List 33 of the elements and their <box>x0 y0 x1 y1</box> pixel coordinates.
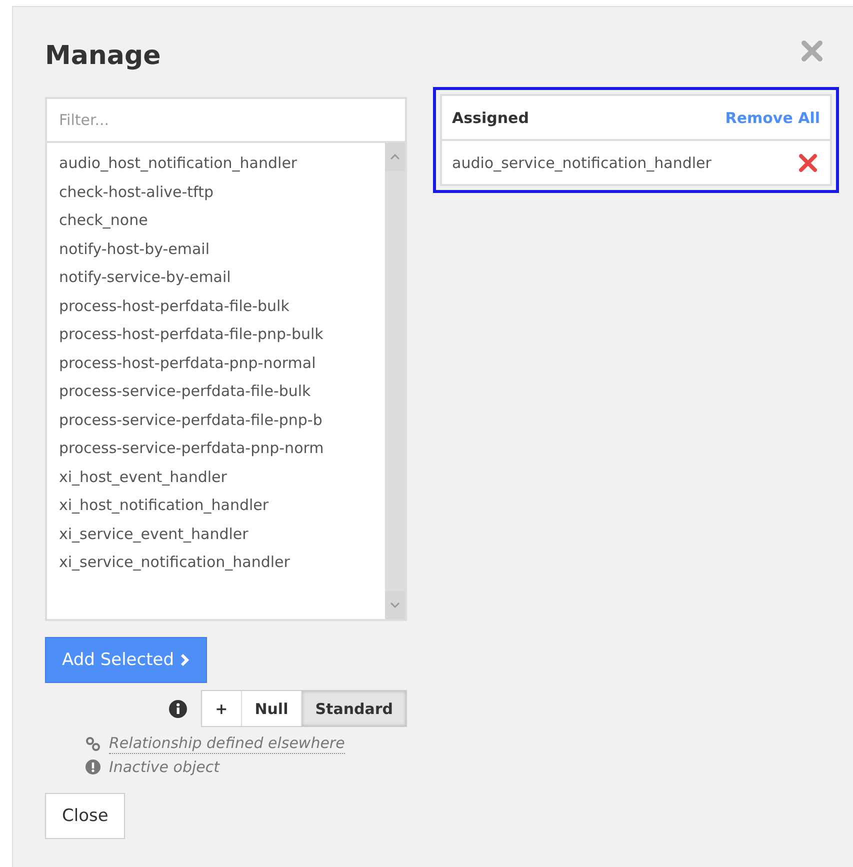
list-item[interactable]: audio_host_notification_handler <box>47 149 385 178</box>
legend-text: Inactive object <box>109 757 220 777</box>
dialog-title: Manage <box>45 40 162 73</box>
list-item[interactable]: check_none <box>47 206 385 234</box>
scroll-down-icon[interactable] <box>385 591 405 619</box>
list-item[interactable]: process-service-perfdata-file-bulk <box>47 377 385 406</box>
remove-icon[interactable] <box>798 152 818 172</box>
mode-toggle[interactable]: Standard <box>301 691 406 726</box>
assigned-heading: Assigned <box>452 108 529 126</box>
list-item[interactable]: process-host-perfdata-file-pnp-bulk <box>47 320 385 348</box>
list-item[interactable]: process-service-perfdata-pnp-norm <box>47 434 385 462</box>
list-item[interactable]: xi_service_event_handler <box>47 520 385 548</box>
list-item[interactable]: xi_host_notification_handler <box>47 491 385 520</box>
list-item[interactable]: check-host-alive-tftp <box>47 178 385 206</box>
chevron-right-icon <box>180 653 190 667</box>
link-icon <box>85 736 101 752</box>
scroll-up-icon[interactable] <box>385 143 405 171</box>
mode-toggle[interactable]: Null <box>240 691 302 726</box>
close-icon[interactable] <box>801 40 823 62</box>
list-item[interactable]: xi_host_event_handler <box>47 462 385 491</box>
list-item[interactable]: xi_service_notification_handler <box>47 548 385 576</box>
mode-toggle[interactable]: + <box>202 691 241 726</box>
list-item[interactable]: process-host-perfdata-file-bulk <box>47 292 385 320</box>
close-button[interactable]: Close <box>45 793 126 839</box>
info-icon <box>169 700 188 718</box>
filter-field[interactable]: Filter... <box>45 97 407 143</box>
list-item[interactable]: process-service-perfdata-file-pnp-b <box>47 406 385 434</box>
list-item[interactable]: process-host-perfdata-pnp-normal <box>47 348 385 377</box>
list-item[interactable]: notify-service-by-email <box>47 263 385 292</box>
assigned-item: audio_service_notification_handler <box>452 154 712 172</box>
legend-text: Relationship defined elsewhere <box>109 733 345 754</box>
exclamation-icon <box>85 759 101 775</box>
list-item[interactable]: notify-host-by-email <box>47 234 385 263</box>
